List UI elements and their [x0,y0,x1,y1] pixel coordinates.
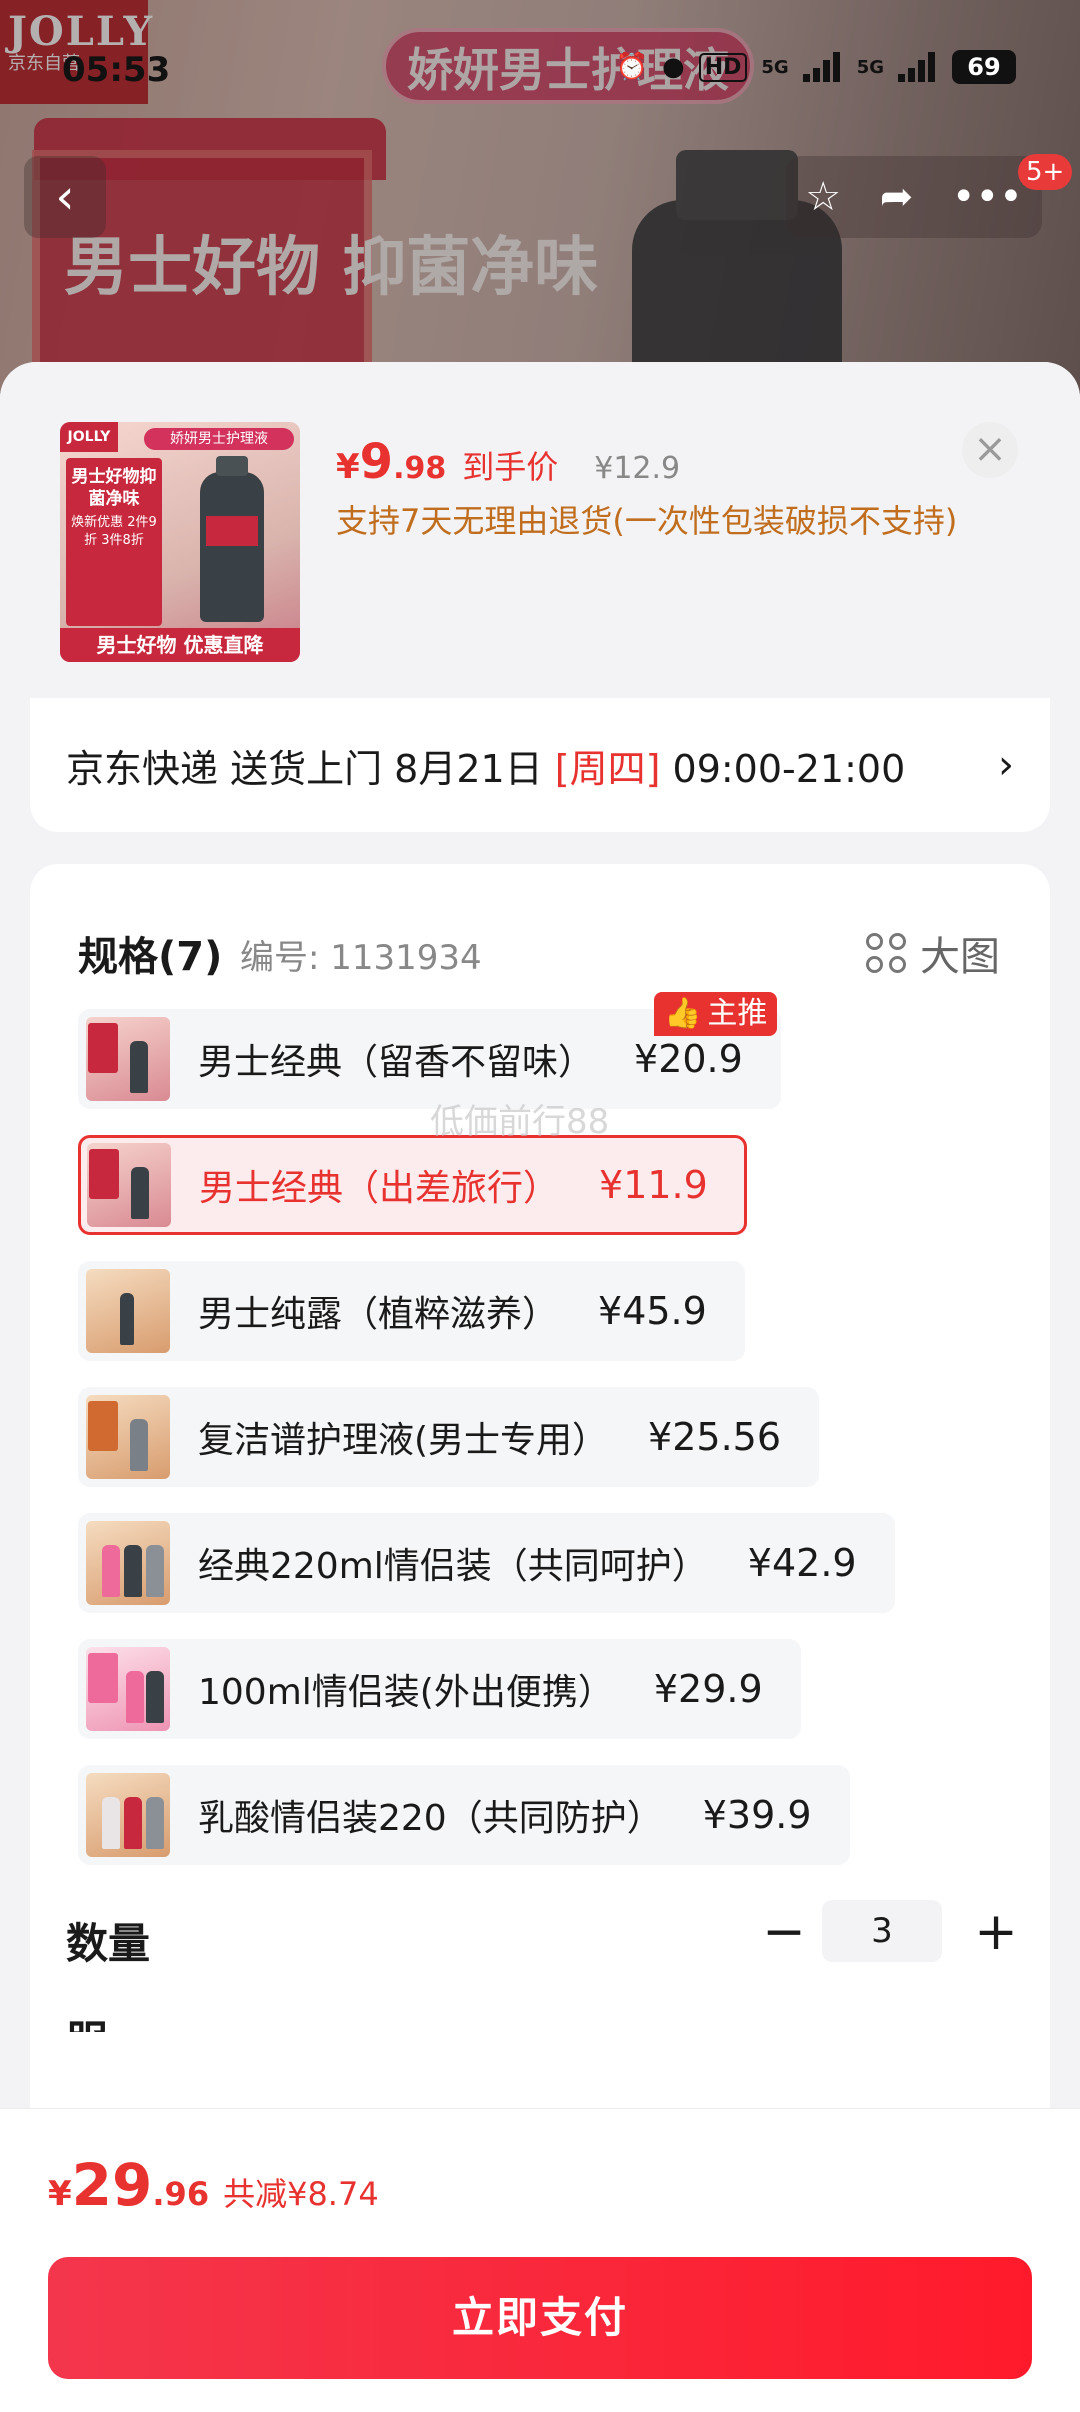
product-thumbnail[interactable]: JOLLY 娇妍男士护理液 男士好物抑菌净味 焕新优惠 2件9折 3件8折 男士… [60,422,300,662]
original-price: ¥12.9 [594,451,681,486]
thumb-promo-box: 男士好物抑菌净味 焕新优惠 2件9折 3件8折 [66,458,162,626]
hd-icon: HD [698,52,748,82]
total-integer: 29 [71,2151,153,2219]
spec-title: 规格(7) [78,934,223,980]
spec-option-price: ¥11.9 [599,1163,708,1207]
spec-option-price: ¥45.9 [598,1289,707,1333]
delivery-weekday: [周四] [554,746,661,791]
sku-selection-sheet: JOLLY 娇妍男士护理液 男士好物抑菌净味 焕新优惠 2件9折 3件8折 男士… [0,362,1080,2412]
spec-option-price: ¥42.9 [747,1541,857,1585]
big-image-toggle[interactable]: 大图 [866,924,1000,982]
grid-icon [866,933,906,973]
spec-option-3[interactable]: 复洁谱护理液(男士专用） ¥25.56 [78,1387,820,1487]
recommended-badge: 👍 主推 [654,992,778,1036]
quantity-input[interactable]: 3 [822,1900,942,1962]
service-label: 服务 [66,2012,126,2032]
spec-code: 编号: 1131934 [240,938,482,978]
status-bar: 05:53 ⏰ ● HD 5G 5G 69 [0,0,1080,140]
spec-option-name: 男士经典（出差旅行） [199,1168,560,1209]
spec-option-image [86,1521,170,1605]
total-saving: 共减¥8.74 [223,2175,379,2213]
back-icon: ‹ [55,169,75,225]
price-decimal: .98 [393,451,447,486]
signal-icon-2 [898,52,938,82]
thumb-bottle [200,456,264,622]
price-integer: 9 [359,434,394,490]
spec-option-image [86,1269,170,1353]
price-row: ¥ 9 .98 到手价 ¥12.9 [336,434,680,498]
back-button[interactable]: ‹ [24,156,106,238]
close-button[interactable]: × [962,422,1018,478]
spec-option-5[interactable]: 100ml情侣装(外出便携） ¥29.9 [78,1639,801,1739]
spec-option-price: ¥20.9 [634,1037,743,1081]
price-currency: ¥ [336,447,360,487]
spec-option-image [86,1647,170,1731]
spec-option-price: ¥29.9 [653,1667,763,1711]
checkout-bar: ¥ 29 .96 共减¥8.74 立即支付 [0,2108,1080,2412]
spec-option-name: 100ml情侣装(外出便携） [198,1672,614,1713]
spec-option-4[interactable]: 经典220ml情侣装（共同呵护） ¥42.9 [78,1513,895,1613]
service-row-peek: 服务 [66,2012,126,2032]
more-icon[interactable]: ••• [952,174,1023,220]
status-time: 05:53 [62,50,171,90]
spec-option-name: 乳酸情侣装220（共同防护） [198,1798,663,1839]
delivery-time-window: 09:00-21:00 [660,746,906,791]
status-icons: ⏰ ● HD 5G 5G 69 [616,50,1016,84]
spec-option-image [86,1773,170,1857]
spec-option-price: ¥25.56 [648,1415,782,1459]
delivery-info: 京东快递 送货上门 8月21日 [66,746,555,791]
share-icon[interactable]: ➦ [880,174,914,220]
thumb-logo: JOLLY [60,422,118,452]
thumb-tag: 娇妍男士护理液 [144,428,294,450]
spec-option-name: 男士经典（留香不留味） [198,1042,595,1083]
alarm-icon: ⏰ [615,52,648,82]
recommended-label: 主推 [707,996,768,1031]
spec-option-2[interactable]: 男士纯露（植粹滋养） ¥45.9 [78,1261,745,1361]
battery-icon: 69 [952,50,1016,84]
total-currency: ¥ [48,2174,72,2214]
close-icon: × [973,426,1007,472]
notification-badge: 5+ [1018,154,1073,190]
network-5g-label-2: 5G [856,56,884,78]
total-decimal: .96 [152,2175,210,2213]
spec-option-price: ¥39.9 [702,1793,812,1837]
nav-action-group: ☆ ➦ ••• [786,156,1042,238]
chevron-right-icon: › [998,742,1014,788]
spec-option-name: 男士纯露（植粹滋养） [198,1294,559,1335]
thumb-promo-text: 男士好物抑菌净味 [71,467,157,509]
delivery-row[interactable]: 京东快递 送货上门 8月21日 [周四] 09:00-21:00 › [30,698,1050,832]
big-image-label: 大图 [920,934,1000,980]
quantity-label: 数量 [66,1919,151,1968]
spec-option-image [86,1017,170,1101]
price-label: 到手价 [462,448,559,486]
location-icon: ● [662,52,685,82]
sheet-header: JOLLY 娇妍男士护理液 男士好物抑菌净味 焕新优惠 2件9折 3件8折 男士… [0,362,1080,702]
spec-option-6[interactable]: 乳酸情侣装220（共同防护） ¥39.9 [78,1765,850,1865]
spec-option-image [87,1143,171,1227]
quantity-increase-button[interactable]: + [966,1904,1026,1964]
network-5g-label-1: 5G [761,56,789,78]
favorite-star-icon[interactable]: ☆ [805,174,841,220]
thumb-footer: 男士好物 优惠直降 [60,628,300,662]
quantity-decrease-button[interactable]: − [754,1904,814,1964]
total-price: ¥ 29 .96 共减¥8.74 [48,2151,379,2219]
thumb-promo-sub: 焕新优惠 2件9折 3件8折 [71,515,157,548]
signal-icon-1 [802,52,843,82]
return-policy: 支持7天无理由退货(一次性包装破损不支持) [336,502,958,540]
delivery-text: 京东快递 送货上门 8月21日 [周四] 09:00-21:00 [66,738,905,793]
spec-option-1-selected[interactable]: 男士经典（出差旅行） ¥11.9 [78,1135,747,1235]
spec-option-name: 经典220ml情侣装（共同呵护） [198,1546,708,1587]
spec-option-image [86,1395,170,1479]
thumbs-up-icon: 👍 [664,996,702,1031]
spec-option-name: 复洁谱护理液(男士专用） [198,1420,609,1461]
pay-now-button[interactable]: 立即支付 [48,2257,1032,2379]
